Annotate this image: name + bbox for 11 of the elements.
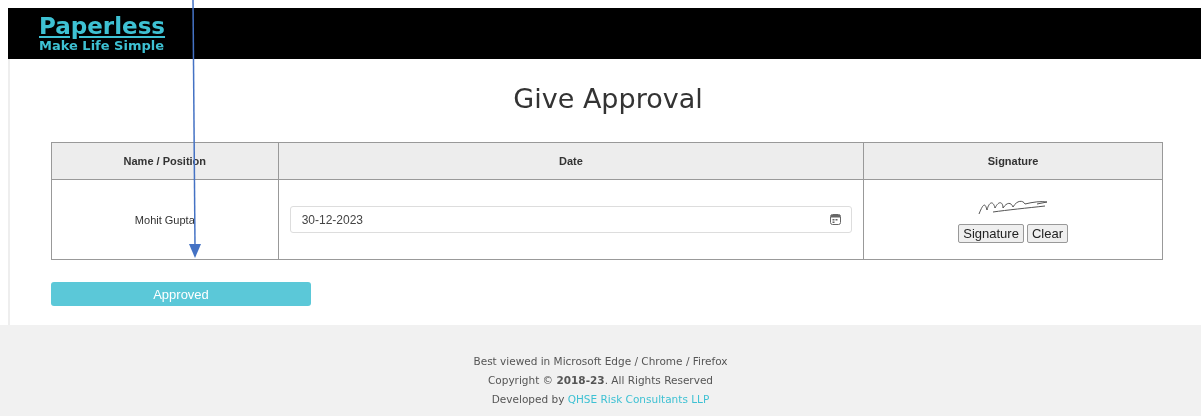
browser-note: Best viewed in Microsoft Edge / Chrome / Firefox xyxy=(473,354,728,369)
page-title: Give Approval xyxy=(512,82,704,116)
date-field[interactable]: 30-12-2023 xyxy=(289,206,853,233)
developer-credit: Developed by QHSE Risk Consultants LLP xyxy=(491,392,710,407)
signature-button[interactable]: Signature xyxy=(958,224,1024,243)
column-header: Date xyxy=(559,155,583,167)
logo-tagline: Make Life Simple xyxy=(39,38,165,53)
calendar-icon[interactable] xyxy=(830,214,842,225)
column-header: Signature xyxy=(987,155,1039,167)
clear-button[interactable]: Clear xyxy=(1026,224,1068,243)
copyright-text: Copyright © 2018-23. All Rights Reserved xyxy=(487,373,713,388)
